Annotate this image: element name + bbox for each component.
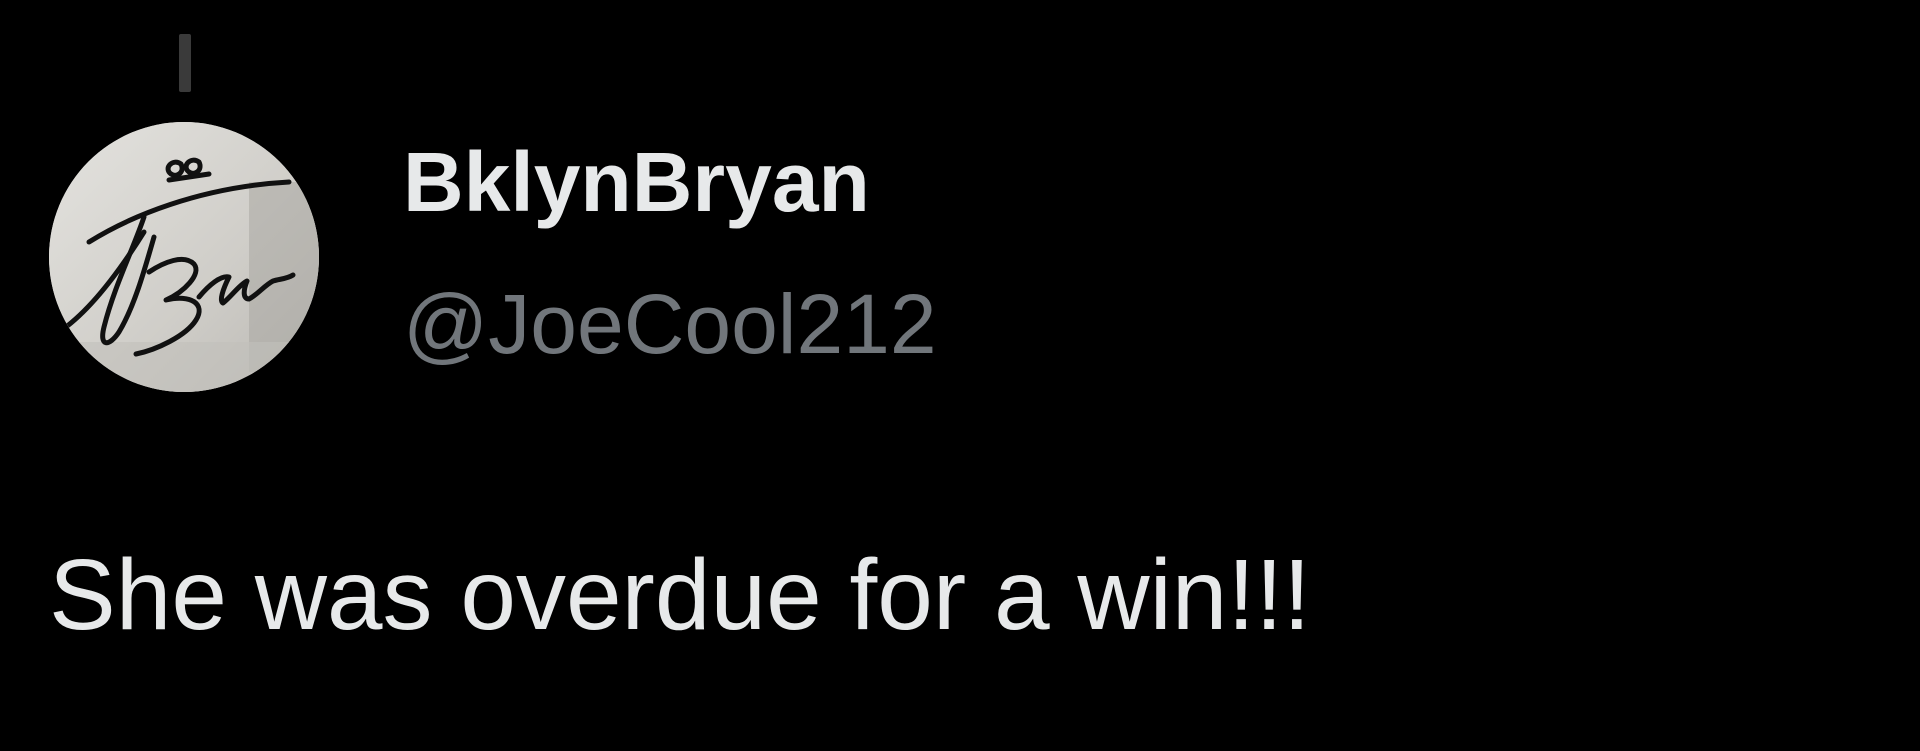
tweet-body-text: She was overdue for a win!!! bbox=[49, 539, 1311, 651]
signature-icon bbox=[49, 122, 319, 392]
tweet-card: BklynBryan @JoeCool212 She was overdue f… bbox=[0, 0, 1920, 751]
avatar[interactable] bbox=[49, 122, 319, 392]
thread-connector-line bbox=[179, 34, 191, 92]
author-handle[interactable]: @JoeCool212 bbox=[403, 282, 937, 366]
author-display-name[interactable]: BklynBryan bbox=[403, 140, 870, 224]
